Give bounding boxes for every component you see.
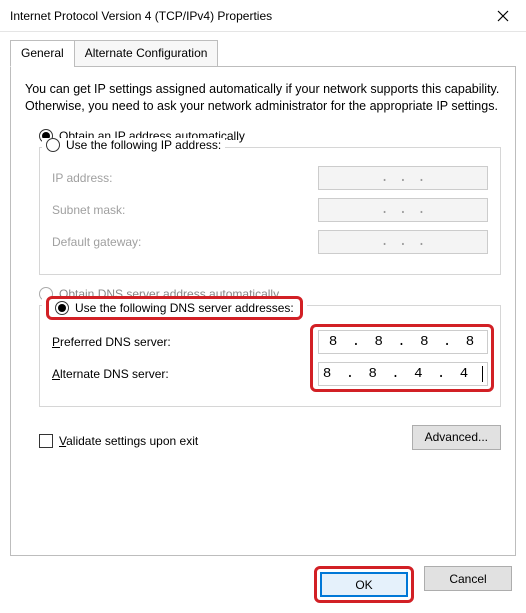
close-button[interactable]	[480, 0, 526, 32]
radio-icon	[46, 138, 60, 152]
ok-button[interactable]: OK	[320, 572, 408, 597]
radio-ip-manual[interactable]: Use the following IP address:	[42, 138, 225, 152]
label-subnet-mask: Subnet mask:	[52, 203, 125, 217]
radio-ip-manual-label: Use the following IP address:	[66, 138, 221, 152]
checkbox-icon	[39, 434, 53, 448]
input-subnet-mask: ...	[318, 198, 488, 222]
input-default-gateway: ...	[318, 230, 488, 254]
label-preferred-dns: Preferred DNS server:	[52, 335, 171, 349]
label-alternate-dns: Alternate DNS server:	[52, 367, 169, 381]
group-ip-manual: Use the following IP address: IP address…	[39, 147, 501, 275]
advanced-button[interactable]: Advanced...	[412, 425, 501, 450]
group-dns-manual: Use the following DNS server addresses: …	[39, 305, 501, 407]
radio-icon	[55, 301, 69, 315]
window-title: Internet Protocol Version 4 (TCP/IPv4) P…	[10, 9, 480, 23]
cancel-button[interactable]: Cancel	[424, 566, 512, 591]
dialog-buttons: OK Cancel	[10, 566, 512, 603]
label-default-gateway: Default gateway:	[52, 235, 141, 249]
highlight-ok: OK	[314, 566, 414, 603]
checkbox-validate-label: Validate settings upon exit	[59, 434, 198, 448]
text-caret	[482, 366, 483, 382]
checkbox-validate-settings[interactable]: Validate settings upon exit	[39, 434, 198, 448]
input-ip-address: ...	[318, 166, 488, 190]
dialog-client: General Alternate Configuration You can …	[0, 32, 526, 613]
tab-page-general: You can get IP settings assigned automat…	[10, 66, 516, 556]
input-preferred-dns[interactable]: 8 . 8 . 8 . 8	[318, 330, 488, 354]
close-icon	[497, 10, 509, 22]
label-ip-address: IP address:	[52, 171, 112, 185]
tab-general[interactable]: General	[10, 40, 75, 67]
radio-dns-manual[interactable]: Use the following DNS server addresses:	[42, 296, 307, 320]
intro-text: You can get IP settings assigned automat…	[25, 81, 501, 115]
tab-alternate-configuration[interactable]: Alternate Configuration	[74, 40, 219, 67]
tabstrip: General Alternate Configuration	[10, 40, 516, 66]
radio-dns-manual-label: Use the following DNS server addresses:	[75, 301, 294, 315]
input-alternate-dns[interactable]: 8 . 8 . 4 . 4	[318, 362, 488, 386]
titlebar: Internet Protocol Version 4 (TCP/IPv4) P…	[0, 0, 526, 32]
